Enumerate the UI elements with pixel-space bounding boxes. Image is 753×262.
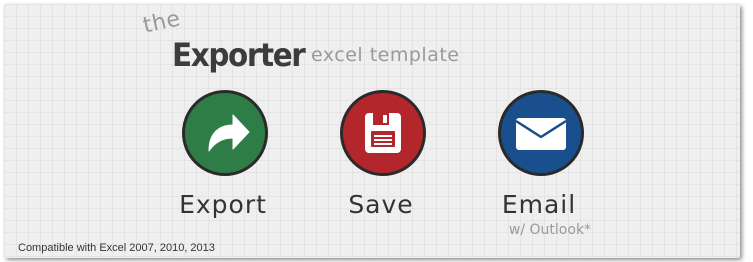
brand-tagline: excel template: [311, 44, 460, 66]
exporter-panel: the Exporter excel template Export Save: [4, 4, 740, 258]
email-label: Email: [501, 190, 577, 219]
brand-title: Exporter: [172, 36, 306, 74]
floppy-disk-icon: [365, 113, 401, 153]
export-arrow-icon: [208, 114, 250, 152]
export-label: Export: [179, 190, 267, 219]
save-button[interactable]: Save: [326, 90, 436, 240]
compatibility-note: Compatible with Excel 2007, 2010, 2013: [18, 242, 215, 254]
save-label: Save: [348, 190, 414, 219]
email-circle: [498, 90, 584, 176]
save-circle: [340, 90, 426, 176]
title-prefix: the: [140, 6, 183, 39]
email-sublabel: w/ Outlook*: [508, 222, 592, 238]
envelope-icon: [515, 118, 567, 150]
email-button[interactable]: Email w/ Outlook*: [484, 90, 594, 240]
export-button[interactable]: Export: [168, 90, 278, 240]
export-circle: [182, 90, 268, 176]
